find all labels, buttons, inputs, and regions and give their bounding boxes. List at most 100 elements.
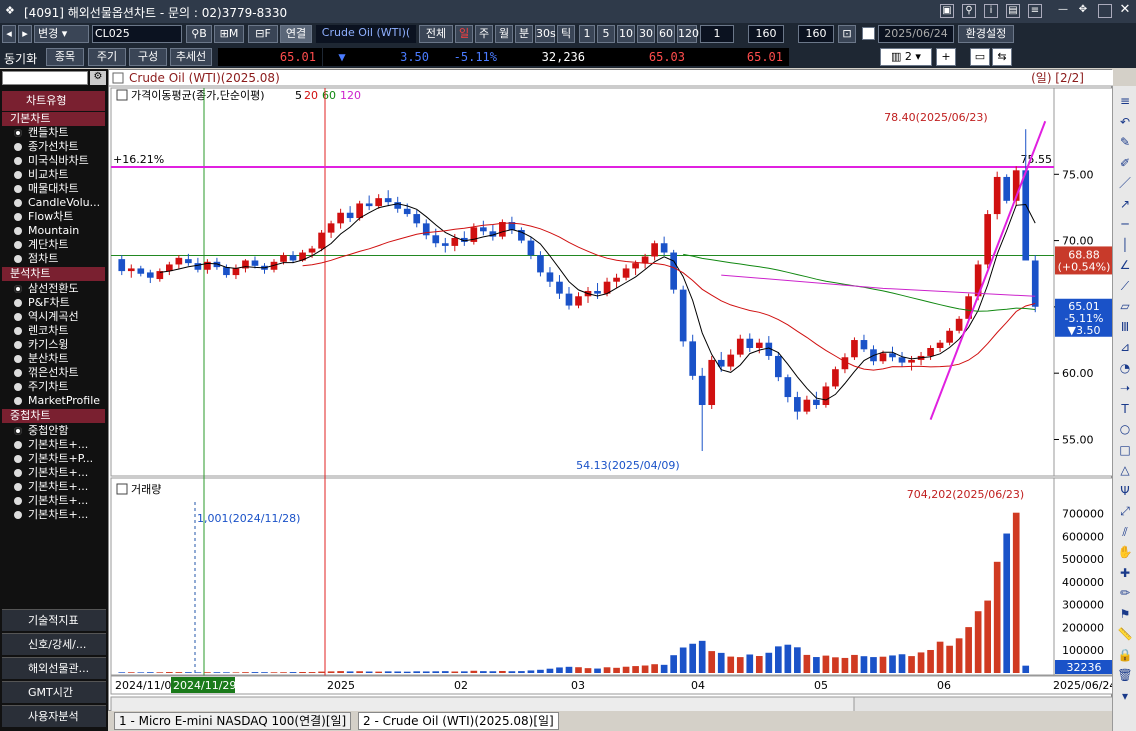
m-button[interactable]: ⊞M (214, 25, 244, 43)
sidebar-settings-icon[interactable]: ⚙ (90, 71, 106, 85)
f-button[interactable]: ⊟F (248, 25, 278, 43)
pitchfork-icon[interactable]: Ψ (1117, 484, 1133, 498)
sidebar-futures[interactable]: 해외선물관... (2, 657, 106, 679)
speed-icon[interactable]: ⤢ (1117, 504, 1133, 518)
config-button[interactable]: 구성 (129, 48, 167, 66)
sidebar-item-overlay-0[interactable]: 중첩안함 (14, 424, 106, 437)
radio-icon[interactable] (14, 285, 22, 293)
radio-icon[interactable] (14, 313, 22, 321)
pen-icon[interactable]: ✏ (1117, 586, 1133, 600)
save-icon[interactable]: ▭ (970, 48, 990, 66)
arrow-icon[interactable]: ➝ (1117, 381, 1133, 395)
radio-icon[interactable] (14, 341, 22, 349)
period-30s[interactable]: 30s (535, 25, 556, 43)
radio-icon[interactable] (14, 427, 22, 435)
radio-icon[interactable] (14, 397, 22, 405)
sidebar-item-analysis-5[interactable]: 분산차트 (14, 352, 106, 365)
radio-icon[interactable] (14, 241, 22, 249)
mark-icon[interactable]: ⚑ (1117, 607, 1133, 621)
tab-crude[interactable]: 2 - Crude Oil (WTI)(2025.08)[일] (358, 712, 559, 730)
sidebar-item-basic-3[interactable]: 비교차트 (14, 168, 106, 181)
sidebar-item-basic-1[interactable]: 종가선차트 (14, 140, 106, 153)
sidebar-search-input[interactable] (2, 71, 88, 85)
minimize-icon[interactable]: — (1056, 4, 1070, 18)
trend-button[interactable]: 추세선 (170, 48, 212, 66)
sidebar-item-basic-0[interactable]: 캔들차트 (14, 126, 106, 139)
vline-icon[interactable]: │ (1117, 238, 1133, 252)
rect-icon[interactable]: □ (1117, 443, 1133, 457)
env-settings-button[interactable]: 환경설정 (958, 25, 1014, 43)
radio-icon[interactable] (14, 383, 22, 391)
sidebar-item-basic-9[interactable]: 점차트 (14, 252, 106, 265)
count-input[interactable]: 160 (748, 25, 784, 43)
sidebar-item-analysis-2[interactable]: 역시계곡선 (14, 310, 106, 323)
sidebar-item-analysis-1[interactable]: P&F차트 (14, 296, 106, 309)
chart-area[interactable]: Crude Oil (WTI)(2025.08) (일) [2/2] 가격이동평균(… (108, 69, 1117, 714)
sidebar-item-analysis-4[interactable]: 카기스윙 (14, 338, 106, 351)
num-5[interactable]: 5 (597, 25, 615, 43)
ray-icon[interactable]: ↗ (1117, 197, 1133, 211)
radio-icon[interactable] (14, 227, 22, 235)
radio-icon[interactable] (14, 441, 22, 449)
sidebar-signal[interactable]: 신호/강세/... (2, 633, 106, 655)
undo-icon[interactable]: ↶ (1117, 115, 1133, 129)
lock-icon[interactable]: 🔒 (1117, 648, 1133, 662)
angle-icon[interactable]: ∠ (1117, 258, 1133, 272)
info-icon[interactable]: i (984, 4, 998, 18)
close-icon[interactable]: ✕ (1118, 3, 1132, 18)
more-icon[interactable]: ▾ (1117, 689, 1133, 703)
period-week[interactable]: 주 (475, 25, 493, 43)
sidebar-item-basic-4[interactable]: 매물대차트 (14, 182, 106, 195)
sidebar-item-overlay-4[interactable]: 기본차트+... (14, 480, 106, 493)
erase-icon[interactable]: ✐ (1117, 156, 1133, 170)
radio-icon[interactable] (14, 199, 22, 207)
sidebar-item-analysis-3[interactable]: 렌코차트 (14, 324, 106, 337)
radio-icon[interactable] (14, 497, 22, 505)
period-day[interactable]: 일 (455, 25, 473, 43)
sync-label[interactable]: 동기화 (4, 50, 37, 67)
radio-icon[interactable] (14, 511, 22, 519)
radio-icon[interactable] (14, 255, 22, 263)
sidebar-section-overlay[interactable]: 중첩차트 (2, 409, 105, 423)
sidebar-item-basic-6[interactable]: Flow차트 (14, 210, 106, 223)
radio-icon[interactable] (14, 171, 22, 179)
add-icon[interactable]: + (936, 48, 956, 66)
tab-nasdaq[interactable]: 1 - Micro E-mini NASDAQ 100(연결)[일] (114, 712, 352, 730)
sidebar-item-overlay-6[interactable]: 기본차트+... (14, 508, 106, 521)
radio-icon[interactable] (14, 469, 22, 477)
num-60[interactable]: 60 (657, 25, 675, 43)
step-input[interactable]: 1 (700, 25, 734, 43)
circle-icon[interactable]: ○ (1117, 422, 1133, 436)
link-button[interactable]: 연결 (280, 25, 312, 43)
radio-icon[interactable] (14, 327, 22, 335)
sidebar-item-basic-2[interactable]: 미국식바차트 (14, 154, 106, 167)
sidebar-tech-indicator[interactable]: 기술적지표 (2, 609, 106, 631)
sidebar-section-basic[interactable]: 기본차트 (2, 112, 105, 126)
trash-icon[interactable]: 🗑 (1117, 668, 1133, 682)
radio-icon[interactable] (14, 369, 22, 377)
move-icon[interactable]: ✥ (1076, 4, 1090, 18)
channel-icon[interactable]: ▱ (1117, 299, 1133, 313)
menu-icon[interactable]: ≡ (1028, 4, 1042, 18)
sidebar-item-analysis-6[interactable]: 꺾은선차트 (14, 366, 106, 379)
sidebar-gmt[interactable]: GMT시간 (2, 681, 106, 703)
regress-icon[interactable]: ⫽ (1117, 525, 1133, 539)
chart-svg[interactable]: Crude Oil (WTI)(2025.08) (일) [2/2] 가격이동평균(… (109, 70, 1117, 714)
sidebar-section-analysis[interactable]: 분석차트 (2, 267, 105, 281)
radio-icon[interactable] (14, 299, 22, 307)
erase-all-icon[interactable]: ✎ (1117, 135, 1133, 149)
period-month[interactable]: 월 (495, 25, 513, 43)
radio-icon[interactable] (14, 483, 22, 491)
list-icon[interactable]: ≡ (1117, 94, 1133, 108)
radio-icon[interactable] (14, 129, 22, 137)
layout-select[interactable]: ▥ 2 ▾ (880, 48, 932, 66)
radio-icon[interactable] (14, 157, 22, 165)
period-tick[interactable]: 틱 (557, 25, 575, 43)
num-120[interactable]: 120 (677, 25, 699, 43)
sidebar-user-analysis[interactable]: 사용자분석 (2, 705, 106, 727)
sidebar-item-overlay-1[interactable]: 기본차트+... (14, 438, 106, 451)
sidebar-item-analysis-7[interactable]: 주기차트 (14, 380, 106, 393)
screen-icon[interactable]: ▤ (1006, 4, 1020, 18)
period-button[interactable]: 주기 (88, 48, 126, 66)
sidebar-item-basic-8[interactable]: 계단차트 (14, 238, 106, 251)
